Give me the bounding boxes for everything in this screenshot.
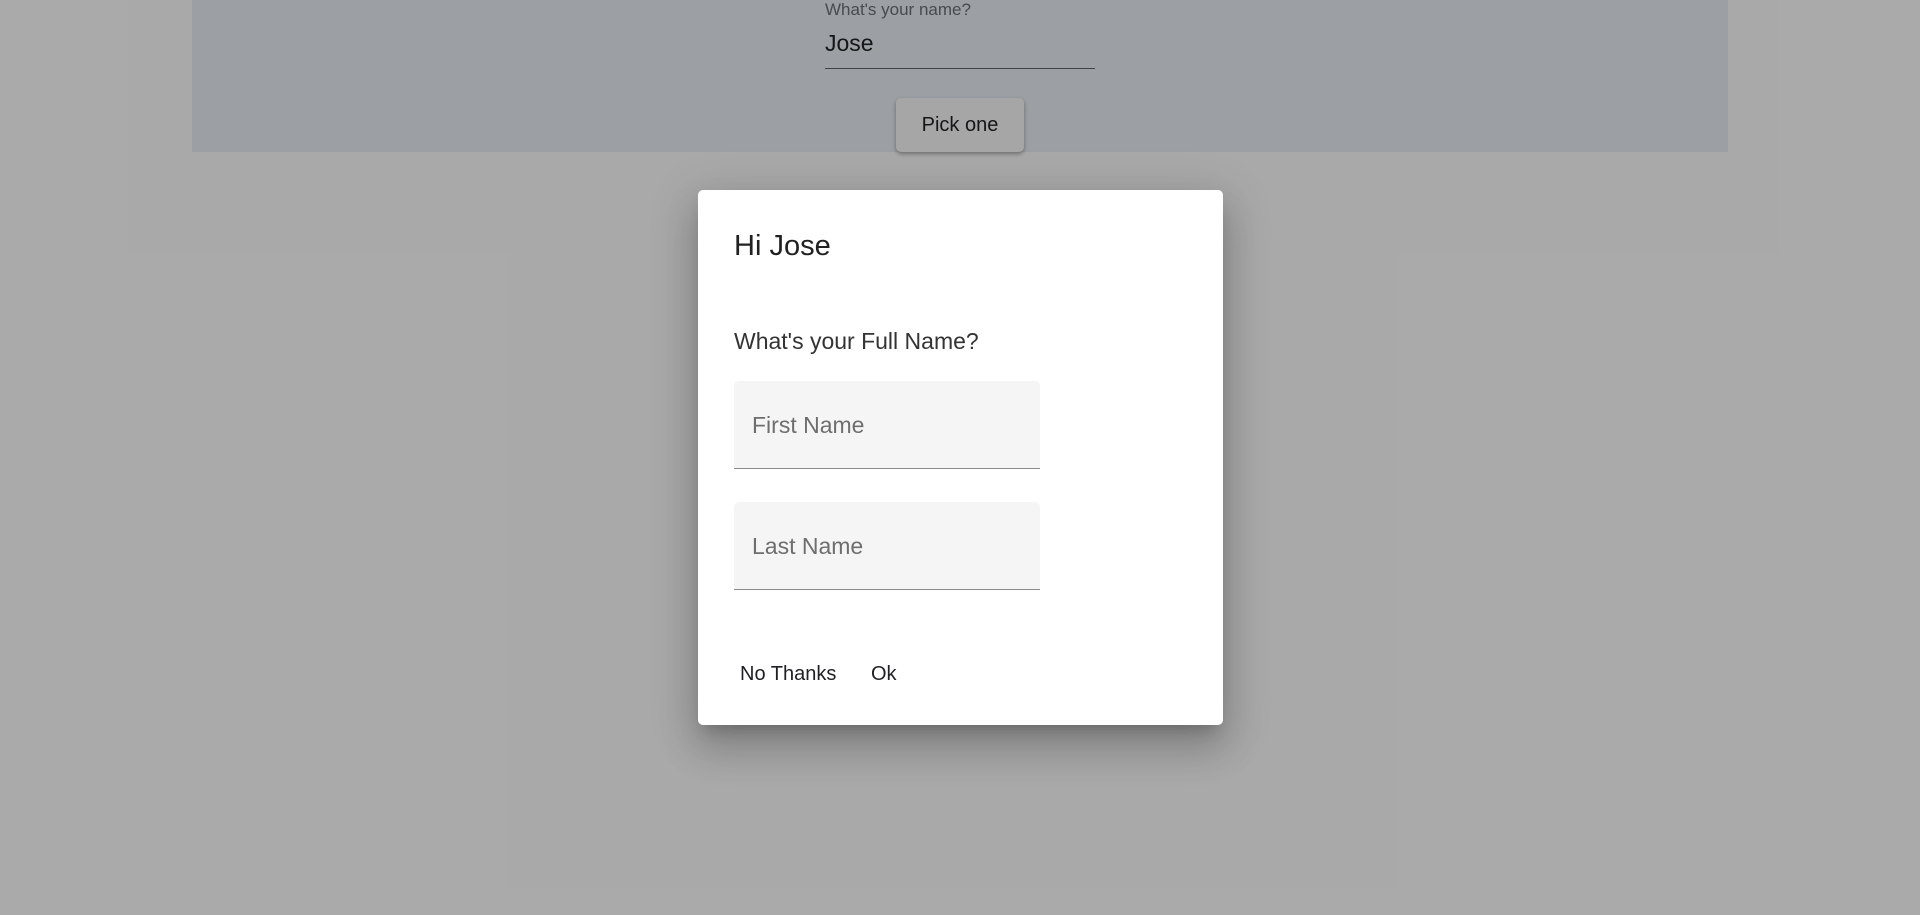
last-name-input[interactable] [752, 502, 1022, 590]
page: What's your name? Jose Pick one Hi Jose … [0, 0, 1920, 915]
last-name-field[interactable] [734, 502, 1040, 590]
first-name-field[interactable] [734, 381, 1040, 469]
full-name-dialog: Hi Jose What's your Full Name? No Thanks… [698, 190, 1223, 725]
dialog-title: Hi Jose [734, 230, 831, 262]
dialog-question: What's your Full Name? [734, 328, 979, 354]
ok-button[interactable]: Ok [849, 648, 919, 700]
first-name-input[interactable] [752, 381, 1022, 469]
no-thanks-button[interactable]: No Thanks [718, 648, 858, 700]
